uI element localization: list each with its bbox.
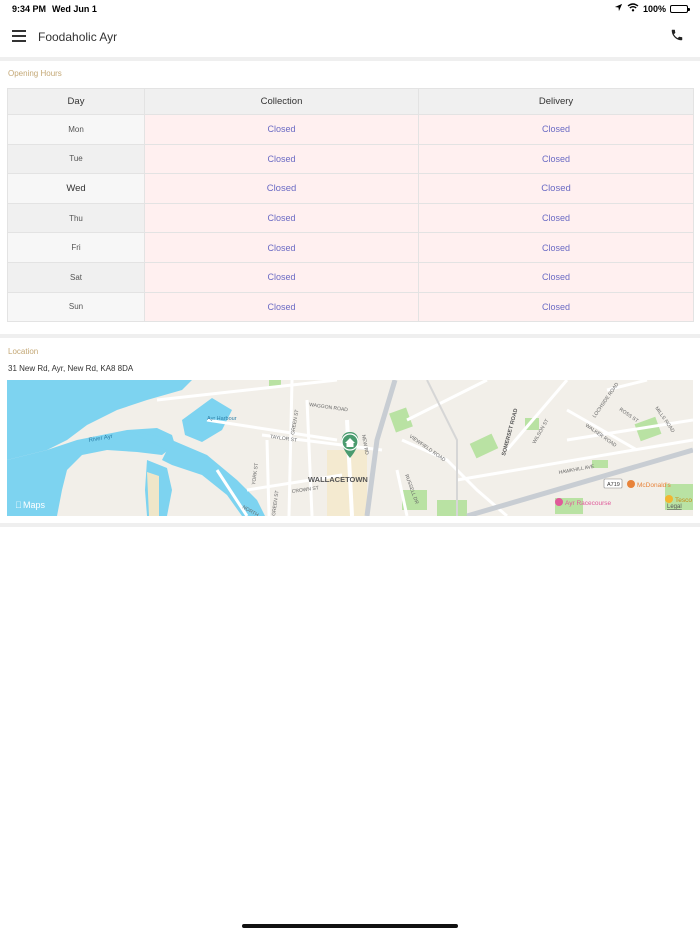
- home-indicator[interactable]: [242, 924, 458, 928]
- status-time: 9:34 PM: [12, 4, 47, 14]
- day-cell: Sun: [7, 291, 145, 323]
- collection-status: Closed: [144, 261, 419, 293]
- map-label: Ayr Racecourse: [565, 500, 612, 507]
- collection-status: Closed: [144, 143, 419, 175]
- map-label: McDonald's: [637, 482, 672, 489]
- column-header-collection: Collection: [144, 88, 419, 115]
- collection-status: Closed: [144, 114, 419, 145]
- phone-icon[interactable]: [670, 28, 686, 44]
- tesco-poi-icon: [665, 495, 673, 503]
- table-row: Fri Closed Closed: [7, 232, 694, 263]
- day-cell: Thu: [7, 202, 145, 234]
- maps-attribution: Maps: [23, 500, 46, 510]
- divider: [0, 523, 700, 527]
- apple-maps-logo: : [15, 500, 22, 510]
- status-bar: 9:34 PM Wed Jun 1 100%: [0, 0, 700, 18]
- day-cell: Fri: [7, 232, 145, 263]
- delivery-status: Closed: [418, 143, 694, 175]
- day-cell: Sat: [7, 261, 145, 293]
- column-header-day: Day: [7, 88, 145, 115]
- map-label: WALLACETOWN: [308, 475, 368, 484]
- wifi-icon: [627, 3, 639, 14]
- location-map[interactable]: Ayr Harbour River Ayr WAGGON ROAD TAYLOR…: [7, 380, 693, 516]
- collection-status: Closed: [144, 173, 419, 204]
- divider: [0, 334, 700, 338]
- day-cell: Wed: [7, 173, 145, 204]
- location-arrow-icon: [614, 3, 623, 14]
- map-label: Ayr Harbour: [207, 416, 237, 422]
- delivery-status: Closed: [418, 291, 694, 323]
- status-date: Wed Jun 1: [52, 4, 97, 14]
- app-header: Foodaholic Ayr: [0, 18, 700, 58]
- table-header-row: Day Collection Delivery: [7, 88, 694, 115]
- battery-percent: 100%: [642, 3, 666, 14]
- collection-status: Closed: [144, 202, 419, 234]
- delivery-status: Closed: [418, 173, 694, 204]
- road-shield-label: A719: [607, 482, 620, 488]
- racecourse-poi-icon: [555, 498, 563, 506]
- delivery-status: Closed: [418, 114, 694, 145]
- address-text: 31 New Rd, Ayr, New Rd, KA8 8DA: [8, 364, 134, 373]
- delivery-status: Closed: [418, 232, 694, 263]
- mcdonalds-poi-icon: [627, 480, 635, 488]
- legal-link: Legal: [667, 504, 682, 510]
- table-row: Mon Closed Closed: [7, 114, 694, 145]
- day-cell: Mon: [7, 114, 145, 145]
- collection-status: Closed: [144, 232, 419, 263]
- column-header-delivery: Delivery: [418, 88, 694, 115]
- delivery-status: Closed: [418, 202, 694, 234]
- collection-status: Closed: [144, 291, 419, 323]
- table-row: Sat Closed Closed: [7, 261, 694, 293]
- hamburger-menu-icon[interactable]: [12, 30, 26, 42]
- status-right: 100%: [614, 3, 690, 14]
- table-row-today: Wed Closed Closed: [7, 173, 694, 204]
- table-row: Thu Closed Closed: [7, 202, 694, 234]
- location-label: Location: [8, 347, 39, 356]
- page-title: Foodaholic Ayr: [38, 30, 118, 44]
- day-cell: Tue: [7, 143, 145, 175]
- delivery-status: Closed: [418, 261, 694, 293]
- table-row: Sun Closed Closed: [7, 291, 694, 323]
- opening-hours-table: Day Collection Delivery Mon Closed Close…: [7, 88, 694, 323]
- table-row: Tue Closed Closed: [7, 143, 694, 175]
- opening-hours-label: Opening Hours: [8, 69, 62, 78]
- battery-icon: [670, 4, 690, 13]
- divider: [0, 57, 700, 61]
- map-label: Tesco: [675, 497, 692, 504]
